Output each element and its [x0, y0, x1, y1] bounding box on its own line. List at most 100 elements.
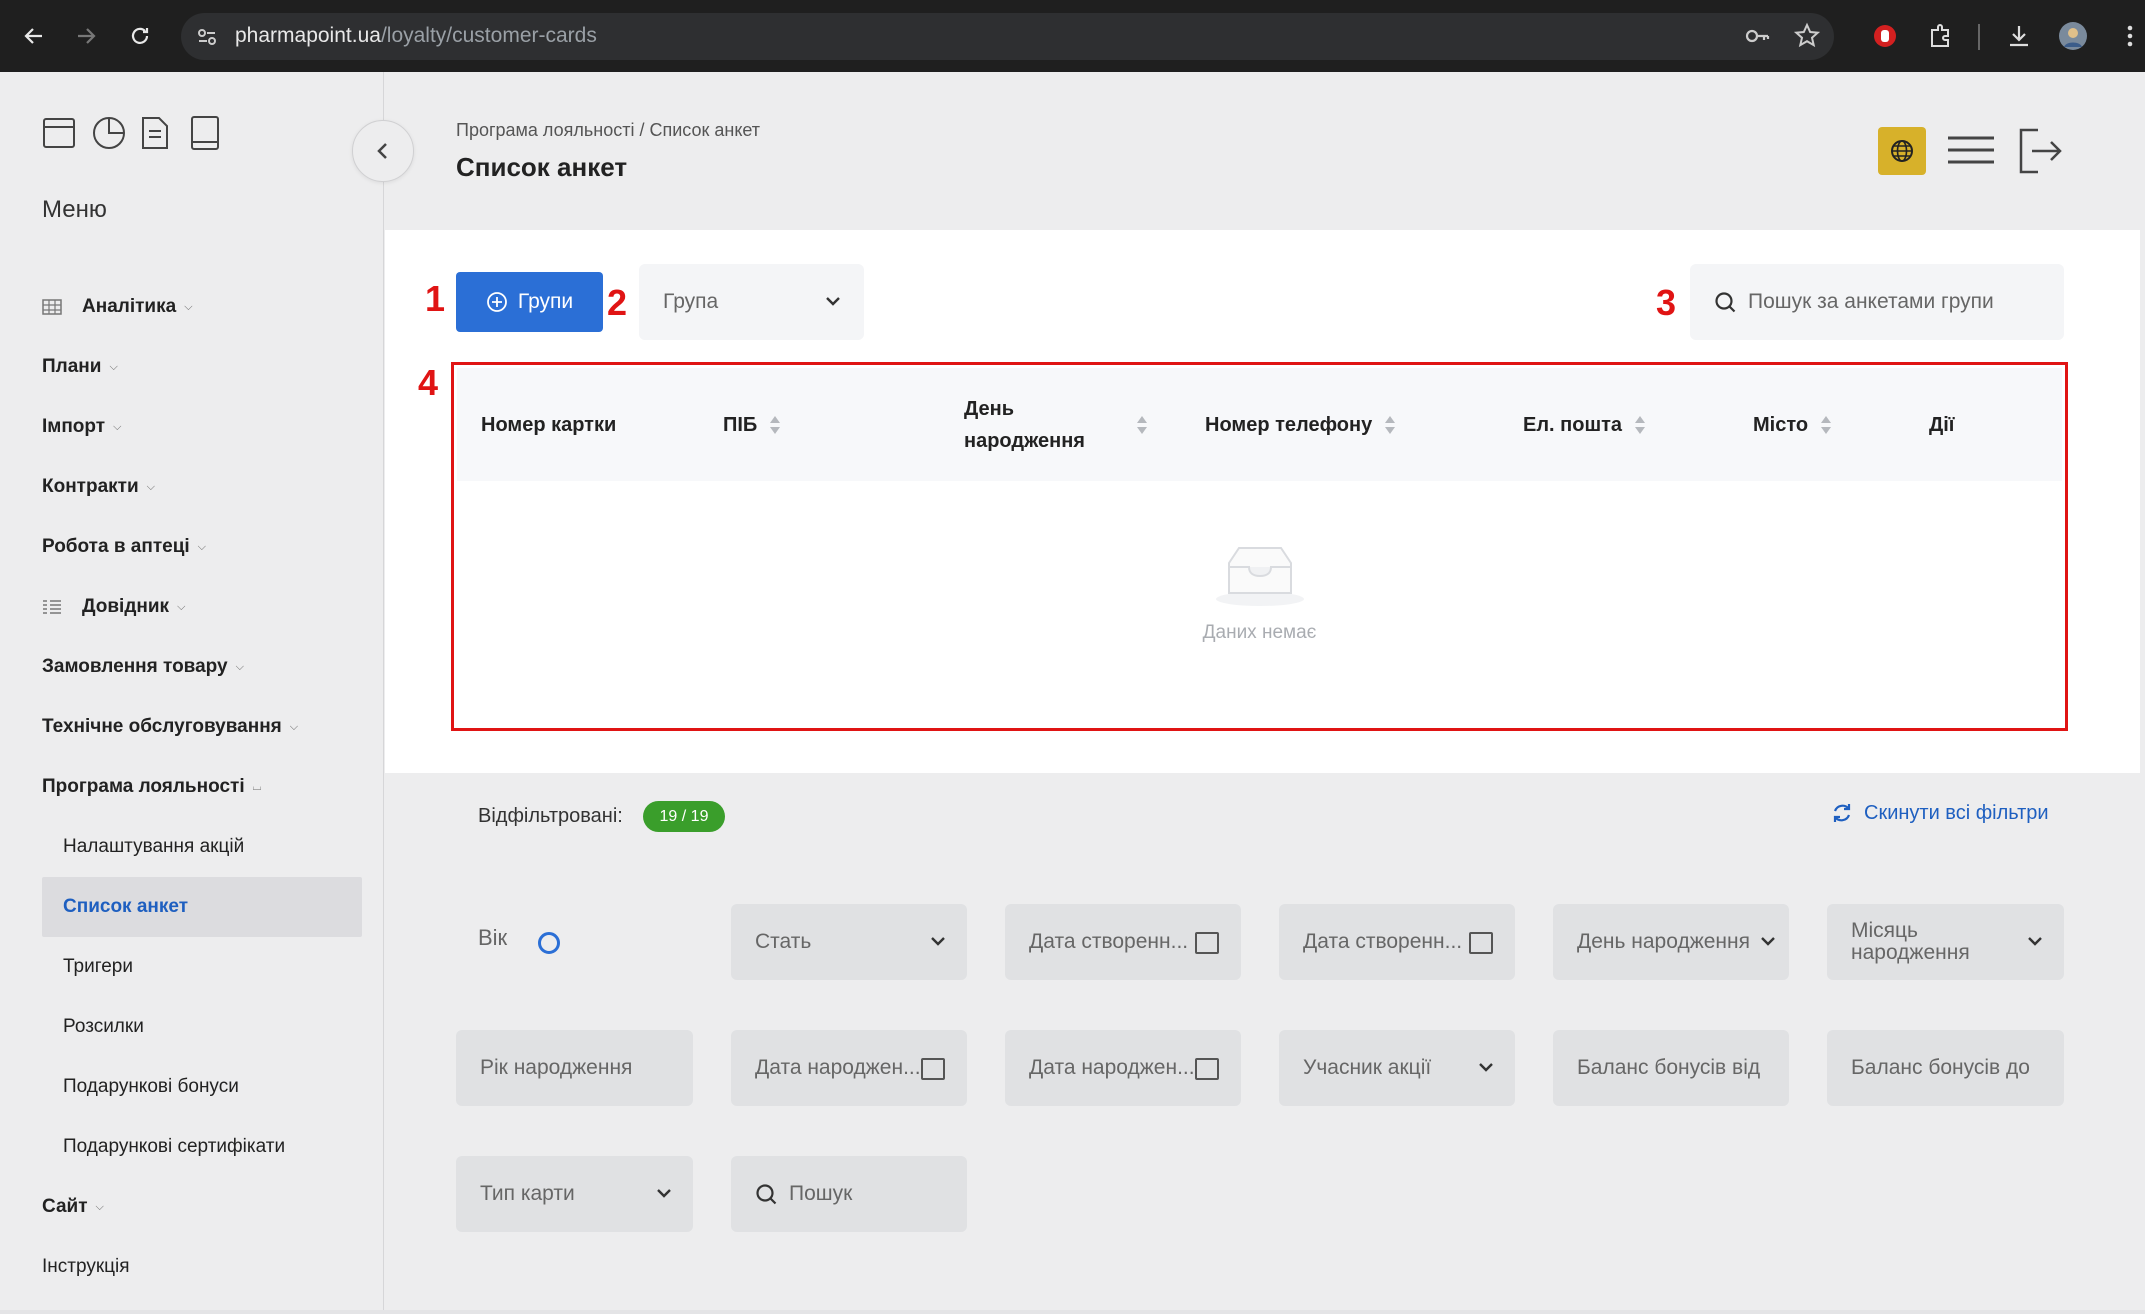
collapse-sidebar-button[interactable]	[352, 120, 414, 182]
annotation-marker-1: 1	[425, 278, 446, 319]
globe-icon	[1891, 140, 1913, 162]
chevron-down-icon: ⌵	[177, 600, 186, 613]
annotation-marker-3: 3	[1656, 282, 1677, 323]
more-vert-icon[interactable]	[2114, 20, 2145, 52]
sidebar-item-loyalty[interactable]: Програма лояльності ⌴	[42, 757, 362, 817]
gender-select-value: Стать	[755, 930, 812, 953]
sort-icon	[1384, 414, 1396, 436]
forward-icon[interactable]	[68, 18, 104, 54]
group-search-placeholder: Пошук за анкетами групи	[1748, 290, 1994, 313]
chevron-down-icon: ⌵	[235, 660, 244, 673]
chevron-down-icon	[826, 297, 840, 306]
sidebar-subitem-gift-certificates[interactable]: Подарункові сертифікати	[42, 1117, 362, 1177]
column-email[interactable]: Ел. пошта	[1523, 368, 1646, 481]
annotation-marker-2: 2	[607, 282, 628, 323]
download-icon[interactable]	[2003, 20, 2035, 52]
sidebar-item-instruction[interactable]: Інструкція	[42, 1237, 362, 1297]
chevron-down-icon: ⌵	[146, 480, 155, 493]
empty-state: Даних немає	[454, 545, 2065, 644]
column-card-number[interactable]: Номер картки	[481, 368, 616, 481]
breadcrumb: Програма лояльності / Список анкет	[456, 120, 761, 140]
bonus-balance-to-input[interactable]: Баланс бонусів до	[1827, 1030, 2064, 1106]
chevron-down-icon	[2028, 937, 2042, 946]
filtered-count-badge: 19 / 19	[643, 801, 725, 832]
sidebar-item-label: Сайт	[42, 1196, 88, 1217]
gender-select[interactable]: Стать	[731, 904, 967, 980]
created-date-to-value: Дата створенн...	[1303, 930, 1463, 953]
plus-circle-icon	[486, 292, 507, 312]
search-icon	[756, 1184, 777, 1205]
document-icon[interactable]	[140, 115, 176, 151]
sidebar-item-maintenance[interactable]: Технічне обслуговування ⌵	[42, 697, 362, 757]
toolbar-divider	[1978, 24, 1980, 50]
calendar-icon	[1469, 932, 1493, 954]
language-button[interactable]	[1878, 127, 1926, 175]
back-icon[interactable]	[16, 18, 52, 54]
sidebar-subitem-mailings[interactable]: Розсилки	[42, 997, 362, 1057]
sidebar-item-site[interactable]: Сайт ⌵	[42, 1177, 362, 1237]
calendar-icon[interactable]	[42, 115, 78, 151]
filter-search-input[interactable]: Пошук	[731, 1156, 967, 1232]
table-header: Номер картки ПІБ День народження Номер т…	[457, 368, 2062, 481]
sidebar-item-orders[interactable]: Замовлення товару ⌵	[42, 637, 362, 697]
reset-filters-button[interactable]: Скинути всі фільтри	[1830, 801, 2049, 825]
group-select-value: Група	[663, 290, 719, 313]
extensions-icon[interactable]	[1924, 20, 1956, 52]
sidebar-item-analytics[interactable]: Аналітика ⌵	[42, 277, 362, 337]
sidebar-item-pharmacy-work[interactable]: Робота в аптеці ⌵	[42, 517, 362, 577]
extension-stop-icon[interactable]	[1869, 20, 1901, 52]
chevron-down-icon: ⌵	[95, 1200, 104, 1213]
birth-month-select[interactable]: Місяць народження	[1827, 904, 2064, 980]
bonus-balance-to-placeholder: Баланс бонусів до	[1851, 1056, 2030, 1079]
column-city[interactable]: Місто	[1753, 368, 1832, 481]
sidebar-subitem-triggers[interactable]: Тригери	[42, 937, 362, 997]
site-settings-icon[interactable]	[195, 25, 219, 54]
age-slider-handle[interactable]	[538, 932, 560, 954]
birth-day-value: День народження	[1577, 930, 1750, 953]
created-date-from-field[interactable]: Дата створенн...	[1005, 904, 1241, 980]
chevron-down-icon	[1479, 1063, 1493, 1072]
birth-year-placeholder: Рік народження	[480, 1056, 633, 1079]
address-bar[interactable]: pharmapoint.ua/loyalty/customer-cards	[181, 13, 1834, 60]
group-search-input[interactable]: Пошук за анкетами групи	[1690, 264, 2064, 340]
card-type-value: Тип карти	[480, 1182, 575, 1205]
column-phone[interactable]: Номер телефону	[1205, 368, 1396, 481]
avatar[interactable]	[2057, 20, 2089, 52]
column-birthday[interactable]: День народження	[964, 368, 1164, 481]
key-icon[interactable]	[1741, 20, 1773, 52]
birth-date-from-field[interactable]: Дата народжен...	[731, 1030, 967, 1106]
sidebar-item-import[interactable]: Імпорт ⌵	[42, 397, 362, 457]
birth-year-input[interactable]: Рік народження	[456, 1030, 693, 1106]
pie-chart-icon[interactable]	[91, 115, 127, 151]
chevron-down-icon: ⌵	[184, 300, 193, 313]
sidebar-subitem-gift-bonuses[interactable]: Подарункові бонуси	[42, 1057, 362, 1117]
grid-icon	[42, 299, 62, 315]
promo-participant-select[interactable]: Учасник акції	[1279, 1030, 1515, 1106]
browser-toolbar: pharmapoint.ua/loyalty/customer-cards	[0, 0, 2145, 72]
add-group-button[interactable]: Групи	[456, 272, 603, 332]
refresh-icon	[1833, 804, 1851, 822]
created-date-to-field[interactable]: Дата створенн...	[1279, 904, 1515, 980]
star-icon[interactable]	[1791, 20, 1823, 52]
sidebar-subitem-customer-cards[interactable]: Список анкет	[42, 877, 362, 937]
card-type-select[interactable]: Тип карти	[456, 1156, 693, 1232]
logout-icon[interactable]	[2018, 127, 2062, 175]
book-icon[interactable]	[189, 115, 225, 151]
column-actions: Дії	[1929, 413, 1955, 436]
sort-icon	[1634, 414, 1646, 436]
group-select[interactable]: Група	[639, 264, 864, 340]
chevron-left-icon	[377, 143, 387, 159]
birth-day-select[interactable]: День народження	[1553, 904, 1789, 980]
reload-icon[interactable]	[122, 18, 158, 54]
sidebar-item-directory[interactable]: Довідник ⌵	[42, 577, 362, 637]
birth-date-to-field[interactable]: Дата народжен...	[1005, 1030, 1241, 1106]
sidebar-subitem-promo-settings[interactable]: Налаштування акцій	[42, 817, 362, 877]
sidebar-item-plans[interactable]: Плани ⌵	[42, 337, 362, 397]
column-full-name[interactable]: ПІБ	[723, 368, 781, 481]
sidebar-item-contracts[interactable]: Контракти ⌵	[42, 457, 362, 517]
bonus-balance-from-input[interactable]: Баланс бонусів від	[1553, 1030, 1789, 1106]
customer-cards-table: Номер картки ПІБ День народження Номер т…	[451, 362, 2068, 731]
hamburger-menu-icon[interactable]	[1948, 135, 1994, 165]
chevron-down-icon: ⌵	[197, 540, 207, 553]
chevron-down-icon	[657, 1189, 671, 1198]
